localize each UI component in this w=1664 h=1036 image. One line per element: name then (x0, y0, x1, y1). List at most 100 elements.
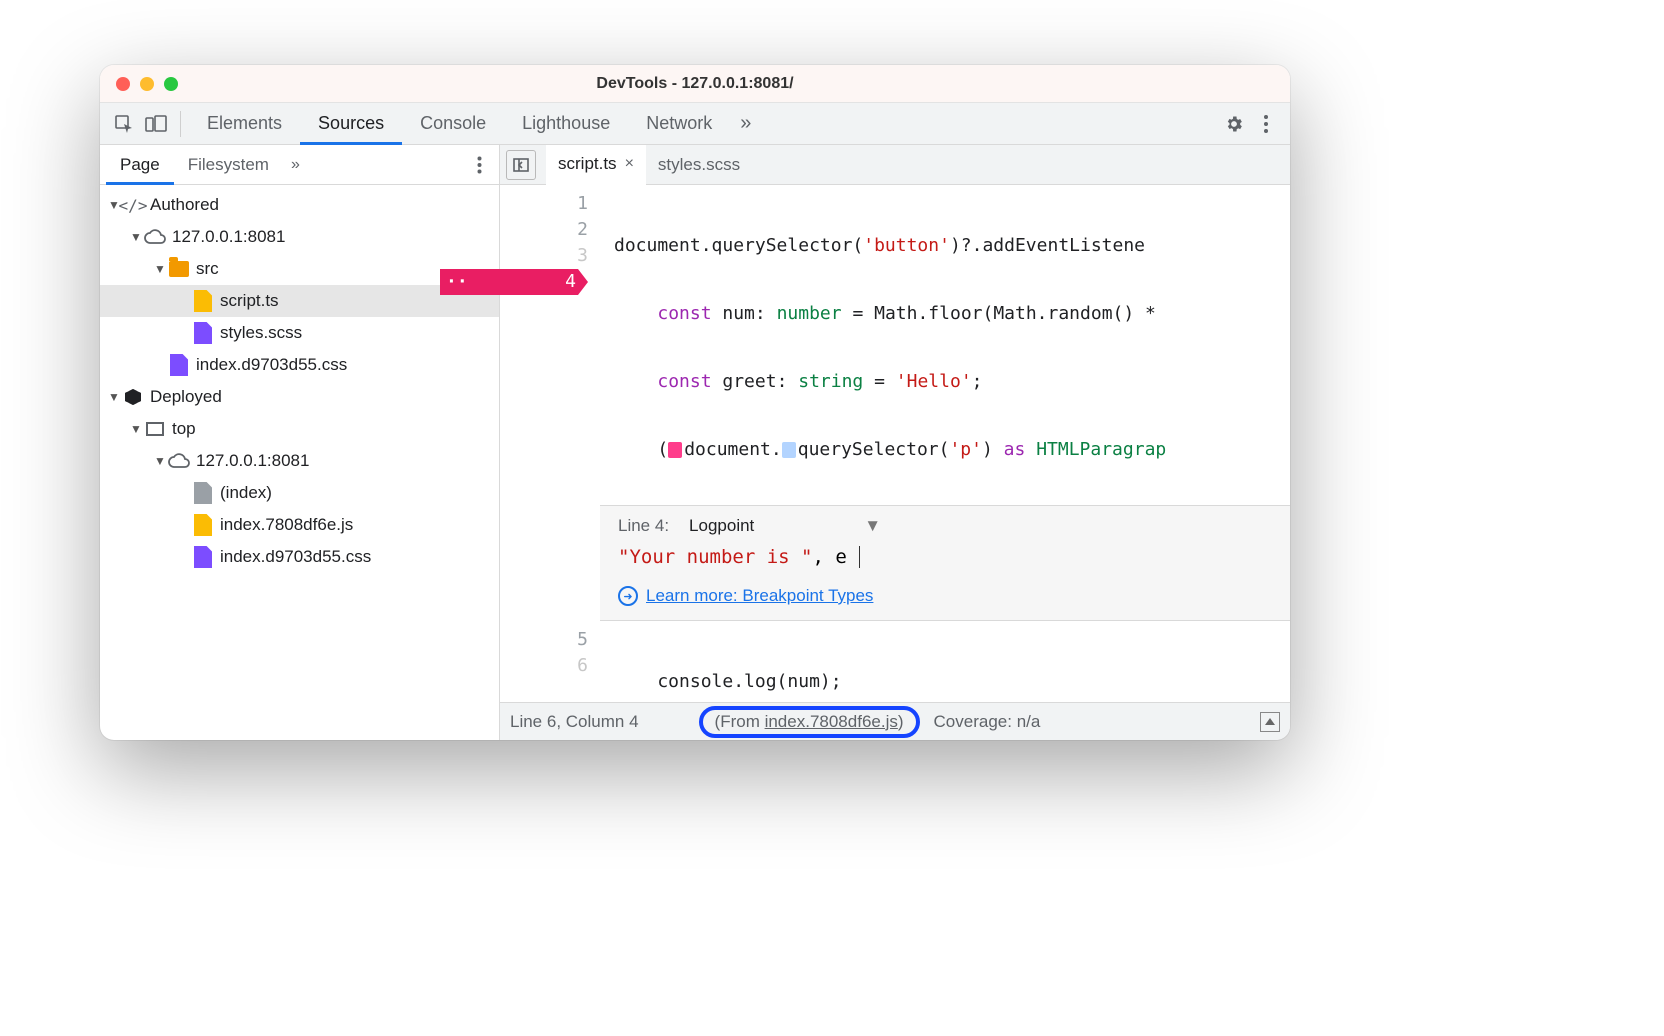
breakpoint-type-dropdown[interactable]: Logpoint ▼ (689, 516, 881, 536)
close-tab-icon[interactable]: × (625, 155, 634, 173)
logpoint-line-label: Line 4: (618, 516, 669, 536)
sidebar-more-icon[interactable] (465, 156, 493, 174)
tree-label: src (196, 259, 219, 279)
source-map-origin[interactable]: (From index.7808df6e.js) (699, 706, 920, 738)
logpoint-editor: Line 4: Logpoint ▼ "Your number is ", e (500, 505, 1290, 621)
tab-sources[interactable]: Sources (300, 103, 402, 145)
cube-icon (122, 386, 144, 408)
devtools-window: DevTools - 127.0.0.1:8081/ Elements Sour… (100, 65, 1290, 740)
tree-file-script-ts[interactable]: script.ts (100, 285, 499, 317)
chevron-down-icon: ▼ (128, 422, 144, 436)
device-toggle-icon[interactable] (140, 108, 172, 140)
line-number[interactable]: 1 (500, 191, 588, 217)
tree-label: styles.scss (220, 323, 302, 343)
toggle-navigator-icon[interactable] (506, 150, 536, 180)
tree-label: index.d9703d55.css (196, 355, 347, 375)
line-number[interactable]: 6 (500, 653, 588, 679)
zoom-window-icon[interactable] (164, 77, 178, 91)
main-tabstrip: Elements Sources Console Lighthouse Netw… (100, 103, 1290, 145)
line-gutter[interactable]: 1 2 3 4 (500, 185, 600, 505)
dropdown-value: Logpoint (689, 516, 754, 536)
file-icon (192, 482, 214, 504)
step-marker-icon (782, 442, 796, 458)
chevron-down-icon: ▼ (128, 230, 144, 244)
tree-label: index.d9703d55.css (220, 547, 371, 567)
tree-folder-src[interactable]: ▼ src (100, 253, 499, 285)
logpoint-expression-input[interactable]: "Your number is ", e (618, 546, 1272, 568)
file-icon (192, 514, 214, 536)
line-number[interactable]: 5 (500, 627, 588, 653)
sidebar-overflow-icon[interactable]: » (283, 156, 308, 174)
frame-icon (144, 418, 166, 440)
file-icon (192, 322, 214, 344)
editor-tab-label: styles.scss (658, 155, 740, 175)
tab-console[interactable]: Console (402, 103, 504, 145)
tree-label: Authored (150, 195, 219, 215)
settings-gear-icon[interactable] (1218, 108, 1250, 140)
file-icon (168, 354, 190, 376)
tree-file-index[interactable]: (index) (100, 477, 499, 509)
tree-file-index-css[interactable]: index.d9703d55.css (100, 349, 499, 381)
chevron-down-icon: ▼ (152, 454, 168, 468)
tree-label: index.7808df6e.js (220, 515, 353, 535)
cloud-icon (168, 450, 190, 472)
learn-more-link[interactable]: Learn more: Breakpoint Types (618, 586, 1272, 606)
step-marker-icon (668, 442, 682, 458)
navigator-sidebar: Page Filesystem » ▼ </> Authored ▼ (100, 145, 500, 740)
line-number[interactable]: 3 (500, 243, 588, 269)
tree-group-deployed[interactable]: ▼ Deployed (100, 381, 499, 413)
code-content[interactable]: document.querySelector('button')?.addEve… (600, 185, 1290, 505)
titlebar: DevTools - 127.0.0.1:8081/ (100, 65, 1290, 103)
minimize-window-icon[interactable] (140, 77, 154, 91)
tree-origin-deployed[interactable]: ▼ 127.0.0.1:8081 (100, 445, 499, 477)
tree-label: top (172, 419, 196, 439)
sidebar-tabstrip: Page Filesystem » (100, 145, 499, 185)
editor-pane: script.ts × styles.scss 1 2 3 4 (500, 145, 1290, 740)
sidebar-tab-page[interactable]: Page (106, 145, 174, 185)
tab-lighthouse[interactable]: Lighthouse (504, 103, 628, 145)
arrow-circle-icon (618, 586, 638, 606)
logpoint-marker[interactable]: 4 (440, 269, 588, 295)
source-map-link[interactable]: index.7808df6e.js (765, 712, 898, 731)
folder-icon (168, 258, 190, 280)
sidebar-tab-filesystem[interactable]: Filesystem (174, 145, 283, 185)
editor-tab-styles-scss[interactable]: styles.scss (646, 145, 752, 185)
line-number[interactable]: 2 (500, 217, 588, 243)
tree-label: 127.0.0.1:8081 (172, 227, 285, 247)
coverage-status: Coverage: n/a (934, 712, 1041, 732)
file-tree: ▼ </> Authored ▼ 127.0.0.1:8081 ▼ (100, 185, 499, 740)
code-icon: </> (122, 194, 144, 216)
inspect-icon[interactable] (108, 108, 140, 140)
text-cursor (848, 546, 860, 568)
tree-label: Deployed (150, 387, 222, 407)
learn-more-text[interactable]: Learn more: Breakpoint Types (646, 586, 873, 606)
editor-tab-label: script.ts (558, 154, 617, 174)
editor-statusbar: Line 6, Column 4 (From index.7808df6e.js… (500, 702, 1290, 740)
cloud-icon (144, 226, 166, 248)
tree-label: script.ts (220, 291, 279, 311)
close-window-icon[interactable] (116, 77, 130, 91)
tree-origin[interactable]: ▼ 127.0.0.1:8081 (100, 221, 499, 253)
file-icon (192, 290, 214, 312)
more-menu-icon[interactable] (1250, 108, 1282, 140)
tree-file-index-css-deployed[interactable]: index.d9703d55.css (100, 541, 499, 573)
tree-label: (index) (220, 483, 272, 503)
cursor-position[interactable]: Line 6, Column 4 (510, 712, 639, 732)
tree-file-index-js[interactable]: index.7808df6e.js (100, 509, 499, 541)
divider (180, 111, 181, 137)
tabs-overflow-icon[interactable]: » (730, 112, 761, 135)
tab-elements[interactable]: Elements (189, 103, 300, 145)
editor-tab-script-ts[interactable]: script.ts × (546, 145, 646, 185)
chevron-down-icon: ▼ (152, 262, 168, 276)
window-title: DevTools - 127.0.0.1:8081/ (100, 75, 1290, 93)
chevron-down-icon: ▼ (864, 516, 881, 536)
tree-file-styles-scss[interactable]: styles.scss (100, 317, 499, 349)
editor-tabstrip: script.ts × styles.scss (500, 145, 1290, 185)
tree-group-authored[interactable]: ▼ </> Authored (100, 189, 499, 221)
show-drawer-icon[interactable] (1260, 712, 1280, 732)
tree-frame-top[interactable]: ▼ top (100, 413, 499, 445)
tree-label: 127.0.0.1:8081 (196, 451, 309, 471)
code-editor[interactable]: 1 2 3 4 document.querySelector('button')… (500, 185, 1290, 702)
tab-network[interactable]: Network (628, 103, 730, 145)
window-controls (100, 77, 178, 91)
